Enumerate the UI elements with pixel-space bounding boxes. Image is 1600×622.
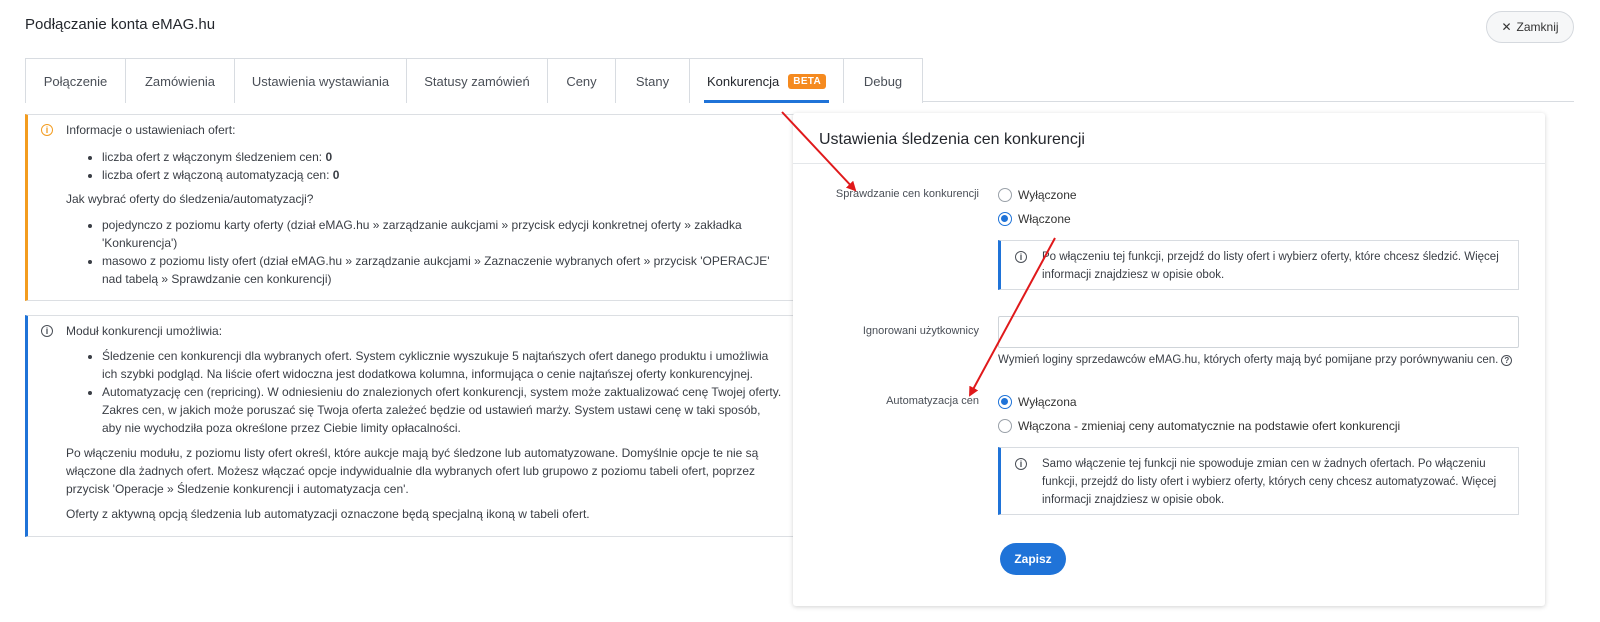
offer-selection-methods: pojedynczo z poziomu karty oferty (dział…: [86, 216, 782, 288]
settings-divider: [793, 163, 1545, 164]
ignored-users-input[interactable]: [998, 316, 1519, 348]
list-item: liczba ofert z włączoną automatyzacją ce…: [102, 166, 782, 184]
module-features-list: Śledzenie cen konkurencji dla wybranych …: [86, 347, 782, 437]
radio-dot-selected: [998, 212, 1012, 226]
ignored-users-hint: Wymień loginy sprzedawców eMAG.hu, który…: [998, 354, 1513, 366]
list-item: pojedynczo z poziomu karty oferty (dział…: [102, 216, 782, 252]
module-info-paragraph: Po włączeniu modułu, z poziomu listy ofe…: [66, 446, 759, 496]
list-item: liczba ofert z włączonym śledzeniem cen:…: [102, 148, 782, 166]
tab-prices[interactable]: Ceny: [548, 59, 616, 103]
save-button[interactable]: Zapisz: [1000, 543, 1066, 575]
list-item: masowo z poziomu listy ofert (dział eMAG…: [102, 252, 782, 288]
close-icon: ✕: [1501, 20, 1512, 34]
tab-competition[interactable]: Konkurencja BETA: [690, 59, 844, 103]
price-check-label: Sprawdzanie cen konkurencji: [835, 188, 979, 200]
list-item: Śledzenie cen konkurencji dla wybranych …: [102, 347, 782, 383]
automation-off-radio[interactable]: Wyłączona: [998, 395, 1077, 409]
tab-connection[interactable]: Połączenie: [26, 59, 126, 103]
radio-dot-selected: [998, 395, 1012, 409]
offer-selection-question: Jak wybrać oferty do śledzenia/automatyz…: [66, 192, 314, 206]
info-icon: i: [1015, 458, 1027, 470]
close-button[interactable]: ✕ Zamknij: [1486, 11, 1574, 43]
module-info: i Moduł konkurencji umożliwia: Śledzenie…: [25, 315, 795, 537]
price-check-off-radio[interactable]: Wyłączone: [998, 188, 1077, 202]
tab-order-statuses[interactable]: Statusy zamówień: [407, 59, 548, 103]
price-check-on-radio[interactable]: Włączone: [998, 212, 1071, 226]
settings-title: Ustawienia śledzenia cen konkurencji: [819, 131, 1085, 148]
tab-orders[interactable]: Zamówienia: [126, 59, 235, 103]
radio-dot: [998, 188, 1012, 202]
automation-note: i Samo włączenie tej funkcji nie spowodu…: [998, 447, 1519, 515]
offer-stats-list: liczba ofert z włączonym śledzeniem cen:…: [86, 148, 782, 184]
tab-listing-settings[interactable]: Ustawienia wystawiania: [235, 59, 407, 103]
beta-badge: BETA: [788, 73, 826, 89]
offer-settings-info: i Informacje o ustawieniach ofert: liczb…: [25, 114, 795, 301]
tab-stock[interactable]: Stany: [616, 59, 690, 103]
list-item: Automatyzację cen (repricing). W odniesi…: [102, 383, 782, 437]
offer-info-heading: Informacje o ustawieniach ofert:: [66, 123, 236, 137]
automation-on-radio[interactable]: Włączona - zmieniaj ceny automatycznie n…: [998, 419, 1400, 433]
module-info-heading: Moduł konkurencji umożliwia:: [66, 324, 223, 338]
ignored-users-label: Ignorowani użytkownicy: [862, 325, 979, 337]
competition-settings-panel: Ustawienia śledzenia cen konkurencji Spr…: [793, 113, 1545, 606]
tab-bar: Połączenie Zamówienia Ustawienia wystawi…: [25, 58, 923, 103]
close-button-label: Zamknij: [1516, 20, 1559, 34]
page-title: Podłączanie konta eMAG.hu: [25, 16, 216, 33]
info-icon: i: [1015, 251, 1027, 263]
warning-info-icon: i: [41, 124, 53, 136]
help-icon[interactable]: ?: [1501, 354, 1513, 366]
module-info-footnote: Oferty z aktywną opcją śledzenia lub aut…: [66, 507, 590, 521]
radio-dot: [998, 419, 1012, 433]
automation-label: Automatyzacja cen: [886, 395, 979, 407]
tab-debug[interactable]: Debug: [844, 59, 922, 103]
price-check-note: i Po włączeniu tej funkcji, przejdź do l…: [998, 240, 1519, 290]
info-icon: i: [41, 325, 53, 337]
